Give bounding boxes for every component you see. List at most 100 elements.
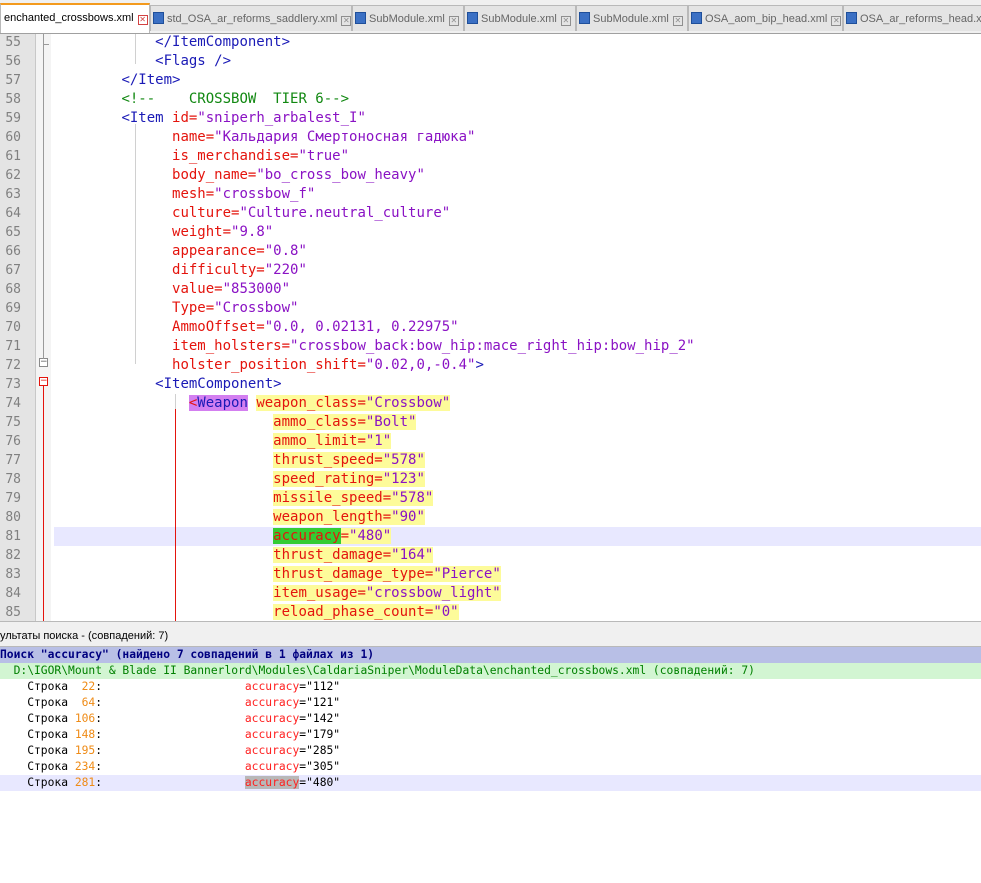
code-line[interactable]: is_merchandise="true" <box>54 147 981 166</box>
code-editor[interactable]: 55 56 57 58 59 60 61 62 63 64 65 66 67 68 69 70 71 72 73 74… <box>0 34 981 621</box>
fold-collapse-icon[interactable]: − <box>39 358 48 367</box>
line-number: 78 <box>5 472 21 487</box>
tab-3[interactable]: SubModule.xml ✕ <box>464 5 576 31</box>
result-line-number: 64 <box>74 696 96 709</box>
code-line[interactable]: </Item> <box>54 71 981 90</box>
search-result-row[interactable]: Строка 22: accuracy="112" <box>0 679 981 695</box>
code-token: <Flags /> <box>155 53 232 69</box>
code-line[interactable]: ammo_class="Bolt" <box>54 413 981 432</box>
code-token: id= <box>172 110 198 126</box>
code-line[interactable]: difficulty="220" <box>54 261 981 280</box>
close-tab-icon[interactable]: ✕ <box>560 16 571 26</box>
search-result-row[interactable]: Строка 64: accuracy="121" <box>0 695 981 711</box>
tab-1[interactable]: std_OSA_ar_reforms_saddlery.xml ✕ <box>150 5 352 31</box>
code-token: "90" <box>391 509 425 525</box>
result-separator: : <box>95 680 245 693</box>
code-line[interactable]: <Item id="sniperh_arbalest_I" <box>54 109 981 128</box>
line-number: 65 <box>5 225 21 240</box>
result-prefix: Строка <box>0 680 75 693</box>
search-result-row[interactable]: Строка 106: accuracy="142" <box>0 711 981 727</box>
result-separator: : <box>95 728 245 741</box>
close-tab-icon[interactable]: ✕ <box>137 15 148 25</box>
code-line[interactable]: mesh="crossbow_f" <box>54 185 981 204</box>
search-result-row[interactable]: Строка 234: accuracy="305" <box>0 759 981 775</box>
code-line[interactable]: missile_speed="578" <box>54 489 981 508</box>
search-results-panel[interactable]: Поиск "accuracy" (найдено 7 совпадений в… <box>0 647 981 883</box>
code-line[interactable]: <Weapon weapon_class="Crossbow" <box>54 394 981 413</box>
code-line[interactable]: appearance="0.8" <box>54 242 981 261</box>
code-token: "220" <box>264 262 307 278</box>
result-prefix: Строка <box>0 728 75 741</box>
code-token: "bo_cross_bow_heavy" <box>256 167 425 183</box>
code-token: value= <box>172 281 223 297</box>
search-summary[interactable]: Поиск "accuracy" (найдено 7 совпадений в… <box>0 647 981 663</box>
code-line[interactable]: body_name="bo_cross_bow_heavy" <box>54 166 981 185</box>
code-token: "0" <box>433 604 459 620</box>
code-token: "Culture.neutral_culture" <box>239 205 451 221</box>
tab-label: SubModule.xml <box>369 13 445 25</box>
code-token: appearance= <box>172 243 265 259</box>
code-line[interactable]: </ItemComponent> <box>54 34 981 52</box>
code-line[interactable]: item_holsters="crossbow_back:bow_hip:mac… <box>54 337 981 356</box>
code-line[interactable]: weight="9.8" <box>54 223 981 242</box>
code-line[interactable]: <Flags /> <box>54 52 981 71</box>
code-line[interactable]: speed_rating="123" <box>54 470 981 489</box>
code-line[interactable]: reload_phase_count="0" <box>54 603 981 621</box>
code-line[interactable]: thrust_speed="578" <box>54 451 981 470</box>
fold-collapse-icon[interactable]: − <box>39 377 48 386</box>
tab-6[interactable]: OSA_ar_reforms_head.xm✕ <box>843 5 981 31</box>
code-line[interactable]: weapon_length="90" <box>54 508 981 527</box>
search-result-row[interactable]: Строка 148: accuracy="179" <box>0 727 981 743</box>
code-line[interactable]: value="853000" <box>54 280 981 299</box>
line-number: 73 <box>5 377 21 392</box>
code-token: <ItemComponent> <box>155 376 282 392</box>
result-value: ="112" <box>299 680 341 693</box>
code-line[interactable]: Type="Crossbow" <box>54 299 981 318</box>
code-line[interactable]: <!-- CROSSBOW TIER 6--> <box>54 90 981 109</box>
close-tab-icon[interactable]: ✕ <box>448 16 459 26</box>
code-line[interactable]: name="Кальдария Смертоносная гадюка" <box>54 128 981 147</box>
code-token: "Кальдария Смертоносная гадюка" <box>214 129 476 145</box>
close-tab-icon[interactable]: ✕ <box>831 16 842 26</box>
tab-0[interactable]: enchanted_crossbows.xml ✕ <box>0 3 150 33</box>
result-line-number: 148 <box>74 728 96 741</box>
save-disk-icon <box>153 12 164 24</box>
search-result-row[interactable]: Строка 195: accuracy="285" <box>0 743 981 759</box>
tab-5[interactable]: OSA_aom_bip_head.xml ✕ <box>688 5 843 31</box>
close-tab-icon[interactable]: ✕ <box>672 16 683 26</box>
code-token: "1" <box>365 433 392 449</box>
tab-2[interactable]: SubModule.xml ✕ <box>352 5 464 31</box>
code-line[interactable]: culture="Culture.neutral_culture" <box>54 204 981 223</box>
code-line[interactable]: accuracy="480" <box>54 527 981 546</box>
code-line[interactable]: AmmoOffset="0.0, 0.02131, 0.22975" <box>54 318 981 337</box>
code-token: ammo_limit= <box>273 433 366 449</box>
result-match: accuracy <box>244 696 300 709</box>
search-file-row[interactable]: D:\IGOR\Mount & Blade II Bannerlord\Modu… <box>0 663 981 679</box>
code-token: thrust_damage_type= <box>273 566 434 582</box>
line-number: 71 <box>5 339 21 354</box>
search-results-title-text: ультаты поиска - (совпадений: 7) <box>0 630 169 642</box>
close-tab-icon[interactable]: ✕ <box>341 16 351 26</box>
code-line[interactable]: <ItemComponent> <box>54 375 981 394</box>
save-disk-icon <box>691 12 702 24</box>
code-line[interactable]: thrust_damage="164" <box>54 546 981 565</box>
code-token: Weapon <box>197 395 248 411</box>
save-disk-icon <box>846 12 857 24</box>
code-line[interactable]: item_usage="crossbow_light" <box>54 584 981 603</box>
search-result-row[interactable]: Строка 281: accuracy="480" <box>0 775 981 791</box>
line-number: 60 <box>5 130 21 145</box>
code-line[interactable]: ammo_limit="1" <box>54 432 981 451</box>
code-line[interactable]: holster_position_shift="0.02,0,-0.4"> <box>54 356 981 375</box>
tab-4[interactable]: SubModule.xml ✕ <box>576 5 688 31</box>
code-line[interactable]: thrust_damage_type="Pierce" <box>54 565 981 584</box>
